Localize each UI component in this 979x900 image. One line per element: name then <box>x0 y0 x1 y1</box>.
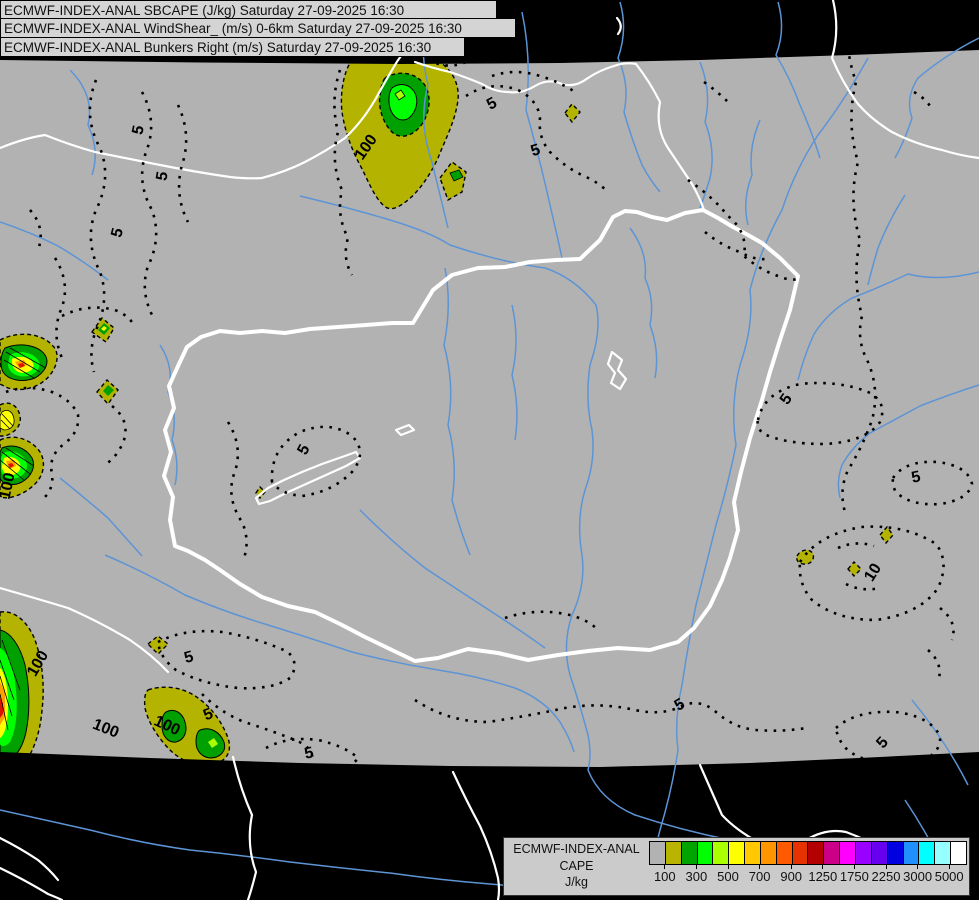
legend-color-cell <box>935 842 952 864</box>
legend-color-cell <box>903 842 920 864</box>
legend-tick-label: 500 <box>717 869 739 884</box>
legend-color-cell <box>665 842 682 864</box>
legend-color-cell <box>650 842 666 864</box>
map-title-line-3: ECMWF-INDEX-ANAL Bunkers Right (m/s) Sat… <box>0 37 465 57</box>
legend-tick-label: 5000 <box>934 869 964 884</box>
legend-color-cell <box>697 842 714 864</box>
legend-color-cell <box>887 842 904 864</box>
legend-color-cell <box>729 842 746 864</box>
legend-title-model: ECMWF-INDEX-ANAL <box>513 842 640 856</box>
legend-tick-label: 1250 <box>808 869 838 884</box>
legend-title: ECMWF-INDEX-ANAL CAPE J/kg <box>504 841 649 891</box>
legend-color-cell <box>919 842 936 864</box>
legend-panel: ECMWF-INDEX-ANAL CAPE J/kg 100 300 500 700 9… <box>503 837 970 896</box>
legend-tick-label: 700 <box>748 869 771 884</box>
legend-colorbar <box>649 841 967 865</box>
legend-color-cell <box>776 842 793 864</box>
legend-tick-label: 100 <box>653 869 676 884</box>
map-title-line-1: ECMWF-INDEX-ANAL SBCAPE (J/kg) Saturday … <box>0 0 497 19</box>
legend-color-cell <box>681 842 698 864</box>
legend-ticks: 100 300 500 700 900 1250 1750 2250 3000 5000 <box>649 841 967 893</box>
legend-color-cell <box>745 842 761 864</box>
legend-color-cell <box>824 842 841 864</box>
legend-color-cell <box>792 842 809 864</box>
weather-map: 100 5 5 5 5 5 5 5 5 10 100 100 100 100 5 5 5 5 5 <box>0 0 979 900</box>
map-title-line-2: ECMWF-INDEX-ANAL WindShear_ (m/s) 0-6km … <box>0 18 516 38</box>
legend-tick-label: 3000 <box>903 869 933 884</box>
legend-color-cell <box>760 842 777 864</box>
legend-tick-label: 900 <box>780 869 803 884</box>
legend-title-units: J/kg <box>565 875 588 889</box>
legend-color-cell <box>840 842 856 864</box>
legend-color-cell <box>855 842 872 864</box>
legend-tick-label: 300 <box>685 869 708 884</box>
legend-color-cell <box>808 842 825 864</box>
legend-color-cell <box>871 842 888 864</box>
legend-title-parameter: CAPE <box>559 858 594 873</box>
map-canvas: 1005555555510100100100 10055555 <box>0 0 979 900</box>
legend-tick-label: 1750 <box>839 869 869 884</box>
legend-color-cell <box>951 842 966 864</box>
legend-color-cell <box>713 842 730 864</box>
legend-tick-label: 2250 <box>871 869 901 884</box>
